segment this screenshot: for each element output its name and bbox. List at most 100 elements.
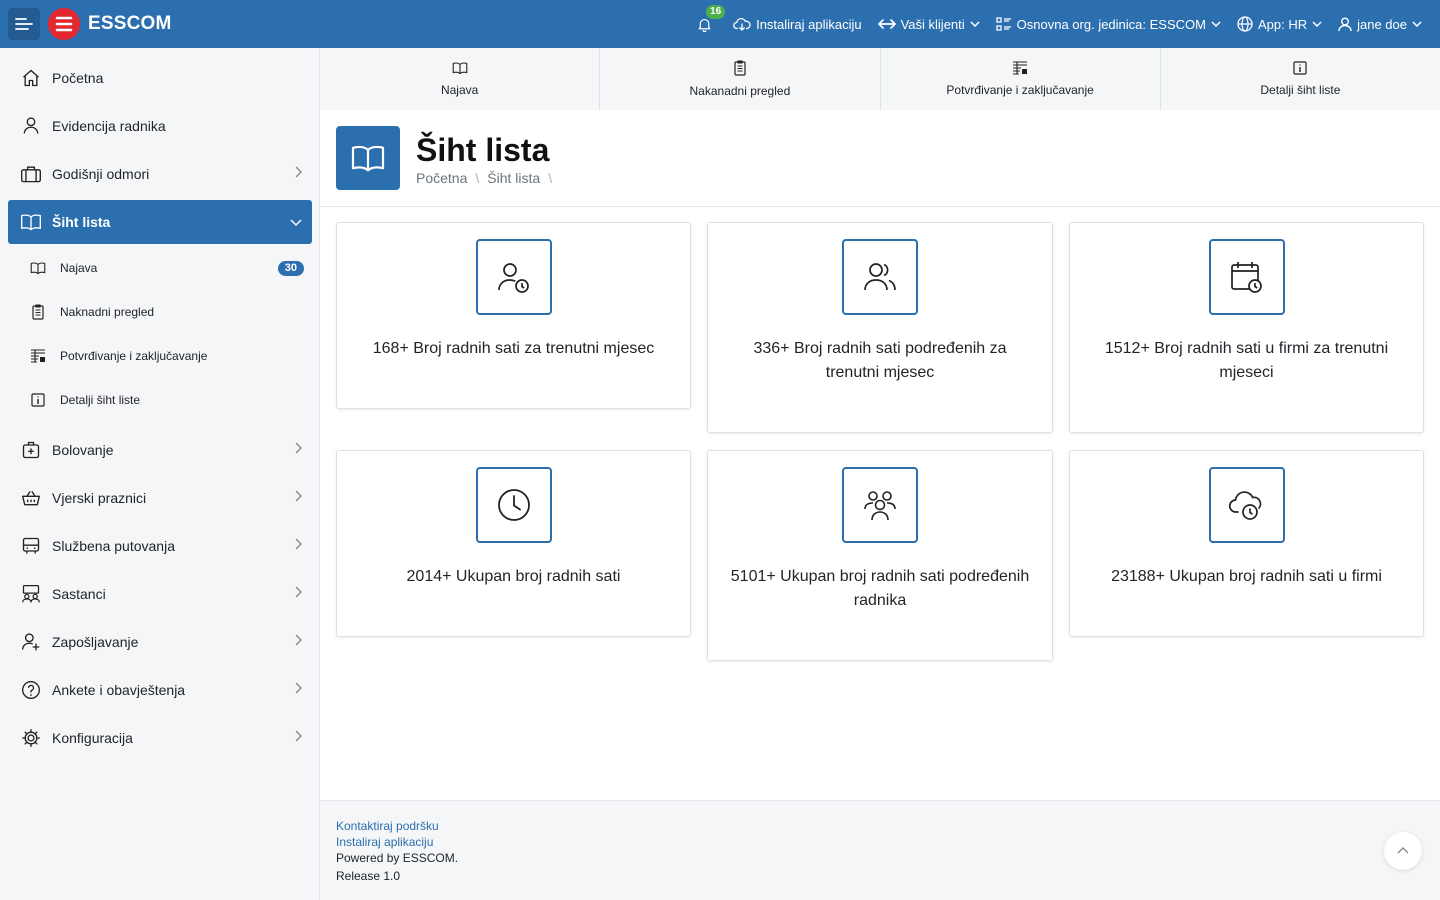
card-icon-frame bbox=[842, 239, 918, 315]
sidebar-item-label: Zapošljavanje bbox=[52, 634, 139, 650]
card-text: 336+ Broj radnih sati podređenih za tren… bbox=[753, 340, 1007, 381]
chevron-down-icon bbox=[1412, 21, 1422, 27]
breadcrumb-home[interactable]: Početna bbox=[416, 170, 467, 186]
footer: Kontaktiraj podršku Instaliraj aplikacij… bbox=[320, 800, 1440, 900]
person-icon bbox=[23, 117, 39, 134]
sidebar-item-label: Bolovanje bbox=[52, 442, 114, 458]
card-text: 168+ Broj radnih sati za trenutni mjesec bbox=[372, 340, 655, 357]
chevron-down-icon bbox=[290, 219, 302, 226]
list-icon bbox=[996, 17, 1011, 31]
tab-label: Detalji šiht liste bbox=[1260, 83, 1341, 97]
menu-icon bbox=[15, 18, 33, 30]
home-icon bbox=[23, 69, 39, 87]
meeting-icon bbox=[22, 585, 40, 603]
chevron-right-icon bbox=[295, 490, 302, 502]
stat-card[interactable]: 23188+ Ukupan broj radnih sati u firmi bbox=[1069, 450, 1424, 637]
globe-icon bbox=[1237, 16, 1253, 32]
stat-card[interactable]: 5101+ Ukupan broj radnih sati podređenih… bbox=[707, 450, 1053, 661]
sidebar-item-konfiguracija[interactable]: Konfiguracija bbox=[8, 716, 312, 760]
card-icon-frame bbox=[842, 467, 918, 543]
person-clock-icon bbox=[497, 263, 529, 293]
chevron-right-icon bbox=[295, 586, 302, 598]
basket-icon bbox=[22, 490, 40, 506]
sidebar-item-bolovanje[interactable]: Bolovanje bbox=[8, 428, 312, 472]
brand-logo[interactable] bbox=[48, 8, 80, 40]
notifications-button[interactable]: 16 bbox=[696, 4, 726, 33]
sidebar-item-label: Evidencija radnika bbox=[52, 118, 166, 134]
stat-card[interactable]: 2014+ Ukupan broj radnih sati bbox=[336, 450, 691, 637]
people-icon bbox=[864, 263, 896, 291]
chevron-down-icon bbox=[1312, 21, 1322, 27]
sidebar-subitem-potvrdivanje[interactable]: Potvrđivanje i zaključavanje bbox=[8, 338, 312, 374]
sidebar-item-label: Šiht lista bbox=[52, 214, 111, 230]
breadcrumb: Početna \ Šiht lista \ bbox=[416, 170, 552, 186]
scroll-to-top-button[interactable] bbox=[1384, 832, 1422, 870]
app-dropdown[interactable]: App: HR bbox=[1237, 16, 1322, 32]
card-icon-frame bbox=[475, 467, 552, 543]
sidebar-subitem-label: Potvrđivanje i zaključavanje bbox=[60, 349, 208, 363]
card-text: 2014+ Ukupan broj radnih sati bbox=[406, 568, 621, 585]
org-unit-label: Osnovna org. jedinica: ESSCOM bbox=[1016, 16, 1206, 32]
page-header-icon bbox=[336, 126, 400, 190]
sidebar-subitem-najava[interactable]: Najava 30 bbox=[8, 250, 312, 286]
sidebar-subitem-label: Najava bbox=[60, 261, 98, 275]
powered-by-text: Powered by ESSCOM. bbox=[336, 851, 459, 865]
info-square-icon bbox=[1293, 61, 1307, 75]
gear-icon bbox=[22, 729, 40, 747]
install-app-button[interactable]: Instaliraj aplikaciju bbox=[733, 16, 862, 32]
install-app-label: Instaliraj aplikaciju bbox=[756, 16, 862, 32]
brand-name[interactable]: ESSCOM bbox=[88, 13, 172, 35]
card-icon-frame bbox=[475, 239, 552, 315]
sidebar-toggle-button[interactable] bbox=[8, 8, 40, 40]
book-icon bbox=[30, 262, 46, 275]
user-icon bbox=[1338, 17, 1352, 31]
book-icon bbox=[351, 145, 385, 172]
card-icon-frame bbox=[1208, 239, 1285, 315]
sidebar-item-evidencija-radnika[interactable]: Evidencija radnika bbox=[8, 104, 312, 148]
user-name: jane doe bbox=[1357, 16, 1407, 32]
stat-card[interactable]: 336+ Broj radnih sati podređenih za tren… bbox=[707, 222, 1053, 433]
medical-bag-icon bbox=[22, 441, 40, 459]
sidebar-item-label: Vjerski praznici bbox=[52, 490, 147, 506]
chevron-down-icon bbox=[1211, 21, 1221, 27]
sidebar-item-sastanci[interactable]: Sastanci bbox=[8, 572, 312, 616]
book-icon bbox=[452, 62, 467, 75]
chevron-right-icon bbox=[295, 166, 302, 178]
sidebar-item-sluzbena-putovanja[interactable]: Službena putovanja bbox=[8, 524, 312, 568]
cloud-clock-icon bbox=[1228, 491, 1261, 520]
sidebar-item-zaposljavanje[interactable]: Zapošljavanje bbox=[8, 620, 312, 664]
sidebar-item-siht-lista[interactable]: Šiht lista bbox=[8, 200, 312, 244]
stat-card[interactable]: 168+ Broj radnih sati za trenutni mjesec bbox=[336, 222, 691, 409]
tab-potvrdivanje[interactable]: Potvrđivanje i zaključavanje bbox=[881, 48, 1161, 110]
sidebar-subitem-detalji[interactable]: Detalji šiht liste bbox=[8, 382, 312, 418]
book-icon bbox=[21, 214, 41, 231]
tab-najava[interactable]: Najava bbox=[320, 48, 601, 110]
user-menu[interactable]: jane doe bbox=[1338, 17, 1422, 32]
install-app-link[interactable]: Instaliraj aplikaciju bbox=[336, 834, 1424, 850]
tab-detalji[interactable]: Detalji šiht liste bbox=[1161, 48, 1440, 110]
notification-count-badge: 16 bbox=[706, 4, 726, 19]
tab-nakanadni-pregled[interactable]: Nakanadni pregled bbox=[600, 48, 881, 110]
org-unit-dropdown[interactable]: Osnovna org. jedinica: ESSCOM bbox=[996, 17, 1221, 32]
page-title: Šiht lista bbox=[416, 132, 550, 168]
calendar-clock-icon bbox=[1230, 262, 1262, 293]
stat-card[interactable]: 1512+ Broj radnih sati u firmi za trenut… bbox=[1069, 222, 1424, 433]
sidebar-subitem-label: Naknadni pregled bbox=[60, 305, 155, 319]
sidebar-item-pocetna[interactable]: Početna bbox=[8, 56, 312, 100]
contact-support-link[interactable]: Kontaktiraj podršku bbox=[336, 818, 1424, 834]
clients-dropdown[interactable]: Vaši klijenti bbox=[877, 17, 980, 32]
card-text: 1512+ Broj radnih sati u firmi za trenut… bbox=[1104, 340, 1389, 381]
release-text: Release 1.0 bbox=[336, 869, 401, 883]
sidebar-item-label: Početna bbox=[52, 70, 104, 86]
question-circle-icon bbox=[22, 681, 40, 699]
chevron-up-icon bbox=[1397, 847, 1409, 854]
sidebar-item-label: Službena putovanja bbox=[52, 538, 175, 554]
sidebar-subitem-naknadni-pregled[interactable]: Naknadni pregled bbox=[8, 294, 312, 330]
sidebar-item-vjerski-praznici[interactable]: Vjerski praznici bbox=[8, 476, 312, 520]
cloud-download-icon bbox=[733, 17, 751, 31]
sidebar-item-label: Konfiguracija bbox=[52, 730, 133, 746]
tab-label: Najava bbox=[440, 83, 479, 97]
sidebar-item-ankete[interactable]: Ankete i obavještenja bbox=[8, 668, 312, 712]
sidebar-item-godisnji-odmori[interactable]: Godišnji odmori bbox=[8, 152, 312, 196]
card-text: 23188+ Ukupan broj radnih sati u firmi bbox=[1111, 568, 1382, 585]
